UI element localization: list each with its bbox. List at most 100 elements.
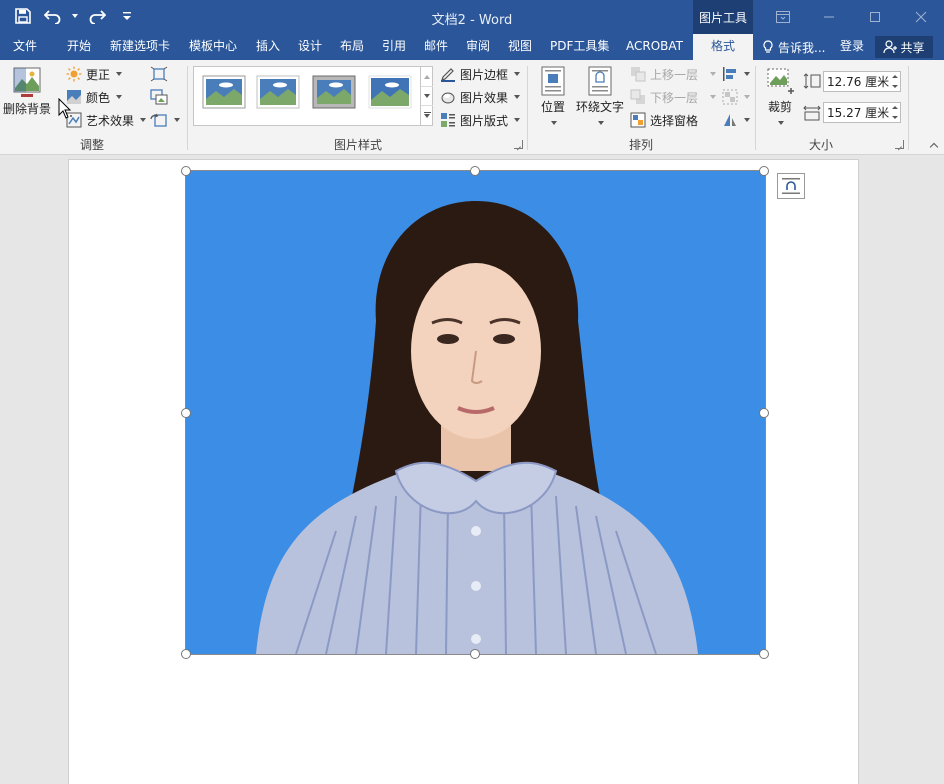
remove-background-button[interactable]: 删除背景 [2,66,52,117]
color-button[interactable]: 颜色 [66,86,123,108]
height-icon [803,73,821,89]
tab-home[interactable]: 开始 [67,34,91,60]
tab-pdf-tools[interactable]: PDF工具集 [550,34,609,60]
tab-format[interactable]: 格式 [693,34,753,60]
close-icon[interactable] [898,0,944,34]
resize-handle-bottom-right[interactable] [759,649,769,659]
rotate-button[interactable] [722,109,750,131]
ribbon: 删除背景 更正 颜色 艺术效果 调整 图片边框 图片效果 图片版式 图片样式 位… [0,60,944,155]
maximize-icon[interactable] [852,0,898,34]
chevron-down-icon [551,121,557,125]
size-launcher-icon[interactable] [895,140,904,149]
group-separator [187,66,188,150]
tell-me-box[interactable]: 告诉我... [762,34,825,60]
portrait-photo [186,171,765,654]
tab-view[interactable]: 视图 [508,34,532,60]
picture-styles-gallery[interactable] [193,66,433,126]
artistic-effects-label: 艺术效果 [86,113,135,128]
chevron-down-icon [140,118,147,122]
chevron-down-icon [744,95,750,99]
resize-handle-left[interactable] [181,408,191,418]
align-icon [723,67,736,81]
resize-handle-bottom-left[interactable] [181,649,191,659]
picture-layout-button[interactable]: 图片版式 [440,109,521,131]
height-input[interactable]: 12.76 厘米 [823,71,901,92]
resize-handle-bottom[interactable] [470,649,480,659]
ribbon-display-icon[interactable] [760,0,806,34]
tab-layout[interactable]: 布局 [340,34,364,60]
resize-handle-top-right[interactable] [759,166,769,176]
bring-forward-button[interactable]: 上移一层 [630,63,717,85]
share-button[interactable]: 共享 [875,36,933,58]
picture-effects-button[interactable]: 图片效果 [440,86,521,108]
tab-design[interactable]: 设计 [298,34,322,60]
group-label-size: 大小 [808,138,833,152]
selection-pane-button[interactable]: 选择窗格 [630,109,698,131]
tab-acrobat[interactable]: ACROBAT [626,34,683,60]
align-button[interactable] [722,63,750,85]
corrections-button[interactable]: 更正 [66,63,123,85]
reset-picture-button[interactable] [150,109,180,131]
width-stepper[interactable] [889,103,900,122]
tell-me-text: 告诉我... [778,40,826,55]
style-thumbnail[interactable] [256,75,300,109]
save-icon[interactable] [10,4,36,28]
collapse-ribbon-icon[interactable] [928,140,940,152]
height-stepper[interactable] [889,72,900,91]
undo-dropdown-icon[interactable] [70,4,80,28]
compress-pictures-button[interactable] [150,63,168,85]
crop-label: 裁剪 [767,100,792,114]
border-pen-icon [441,68,455,82]
login-link[interactable]: 登录 [840,34,864,60]
undo-icon[interactable] [40,4,66,28]
chevron-down-icon [514,118,521,122]
group-objects-button[interactable] [722,86,750,108]
layout-options-button[interactable] [777,173,805,199]
resize-handle-top-left[interactable] [181,166,191,176]
resize-handle-top[interactable] [470,166,480,176]
chevron-down-icon [514,72,521,76]
picture-layout-icon [441,113,455,127]
group-label-arrange: 排列 [628,138,653,152]
width-icon [803,105,821,121]
width-value: 15.27 厘米 [827,106,890,120]
change-picture-button[interactable] [150,86,168,108]
picture-styles-launcher-icon[interactable] [514,140,523,149]
style-thumbnail[interactable] [202,75,246,109]
chevron-down-icon [116,95,123,99]
selected-picture[interactable] [185,170,766,655]
tab-insert[interactable]: 插入 [256,34,280,60]
selection-pane-label: 选择窗格 [650,113,699,128]
redo-icon[interactable] [84,4,110,28]
picture-border-button[interactable]: 图片边框 [440,63,521,85]
gallery-scroll[interactable] [420,67,433,125]
resize-handle-right[interactable] [759,408,769,418]
gallery-down-arrow[interactable] [421,86,433,105]
customize-qat-icon[interactable] [114,4,140,28]
tab-new-tab[interactable]: 新建选项卡 [110,34,170,60]
style-thumbnail[interactable] [312,75,356,109]
style-thumbnail[interactable] [368,75,412,109]
artistic-effects-button[interactable]: 艺术效果 [66,109,147,131]
crop-button[interactable]: 裁剪 [762,66,798,125]
wrap-text-button[interactable]: 环绕文字 [575,66,625,125]
minimize-icon[interactable] [806,0,852,34]
tab-file[interactable]: 文件 [13,34,37,60]
width-input[interactable]: 15.27 厘米 [823,102,901,123]
gallery-up-arrow[interactable] [421,67,433,86]
tab-template-center[interactable]: 模板中心 [189,34,237,60]
effects-icon [441,92,455,104]
chevron-down-icon [744,118,750,122]
tab-references[interactable]: 引用 [382,34,406,60]
send-backward-button[interactable]: 下移一层 [630,86,717,108]
position-label: 位置 [540,100,565,114]
position-button[interactable]: 位置 [536,66,570,125]
gallery-more-arrow[interactable] [421,105,433,123]
chevron-down-icon [174,118,180,122]
picture-effects-label: 图片效果 [460,90,509,105]
wrap-text-label: 环绕文字 [575,100,624,114]
tab-review[interactable]: 审阅 [466,34,490,60]
chevron-down-icon [778,121,784,125]
remove-background-label: 删除背景 [2,102,51,116]
tab-mailings[interactable]: 邮件 [424,34,448,60]
